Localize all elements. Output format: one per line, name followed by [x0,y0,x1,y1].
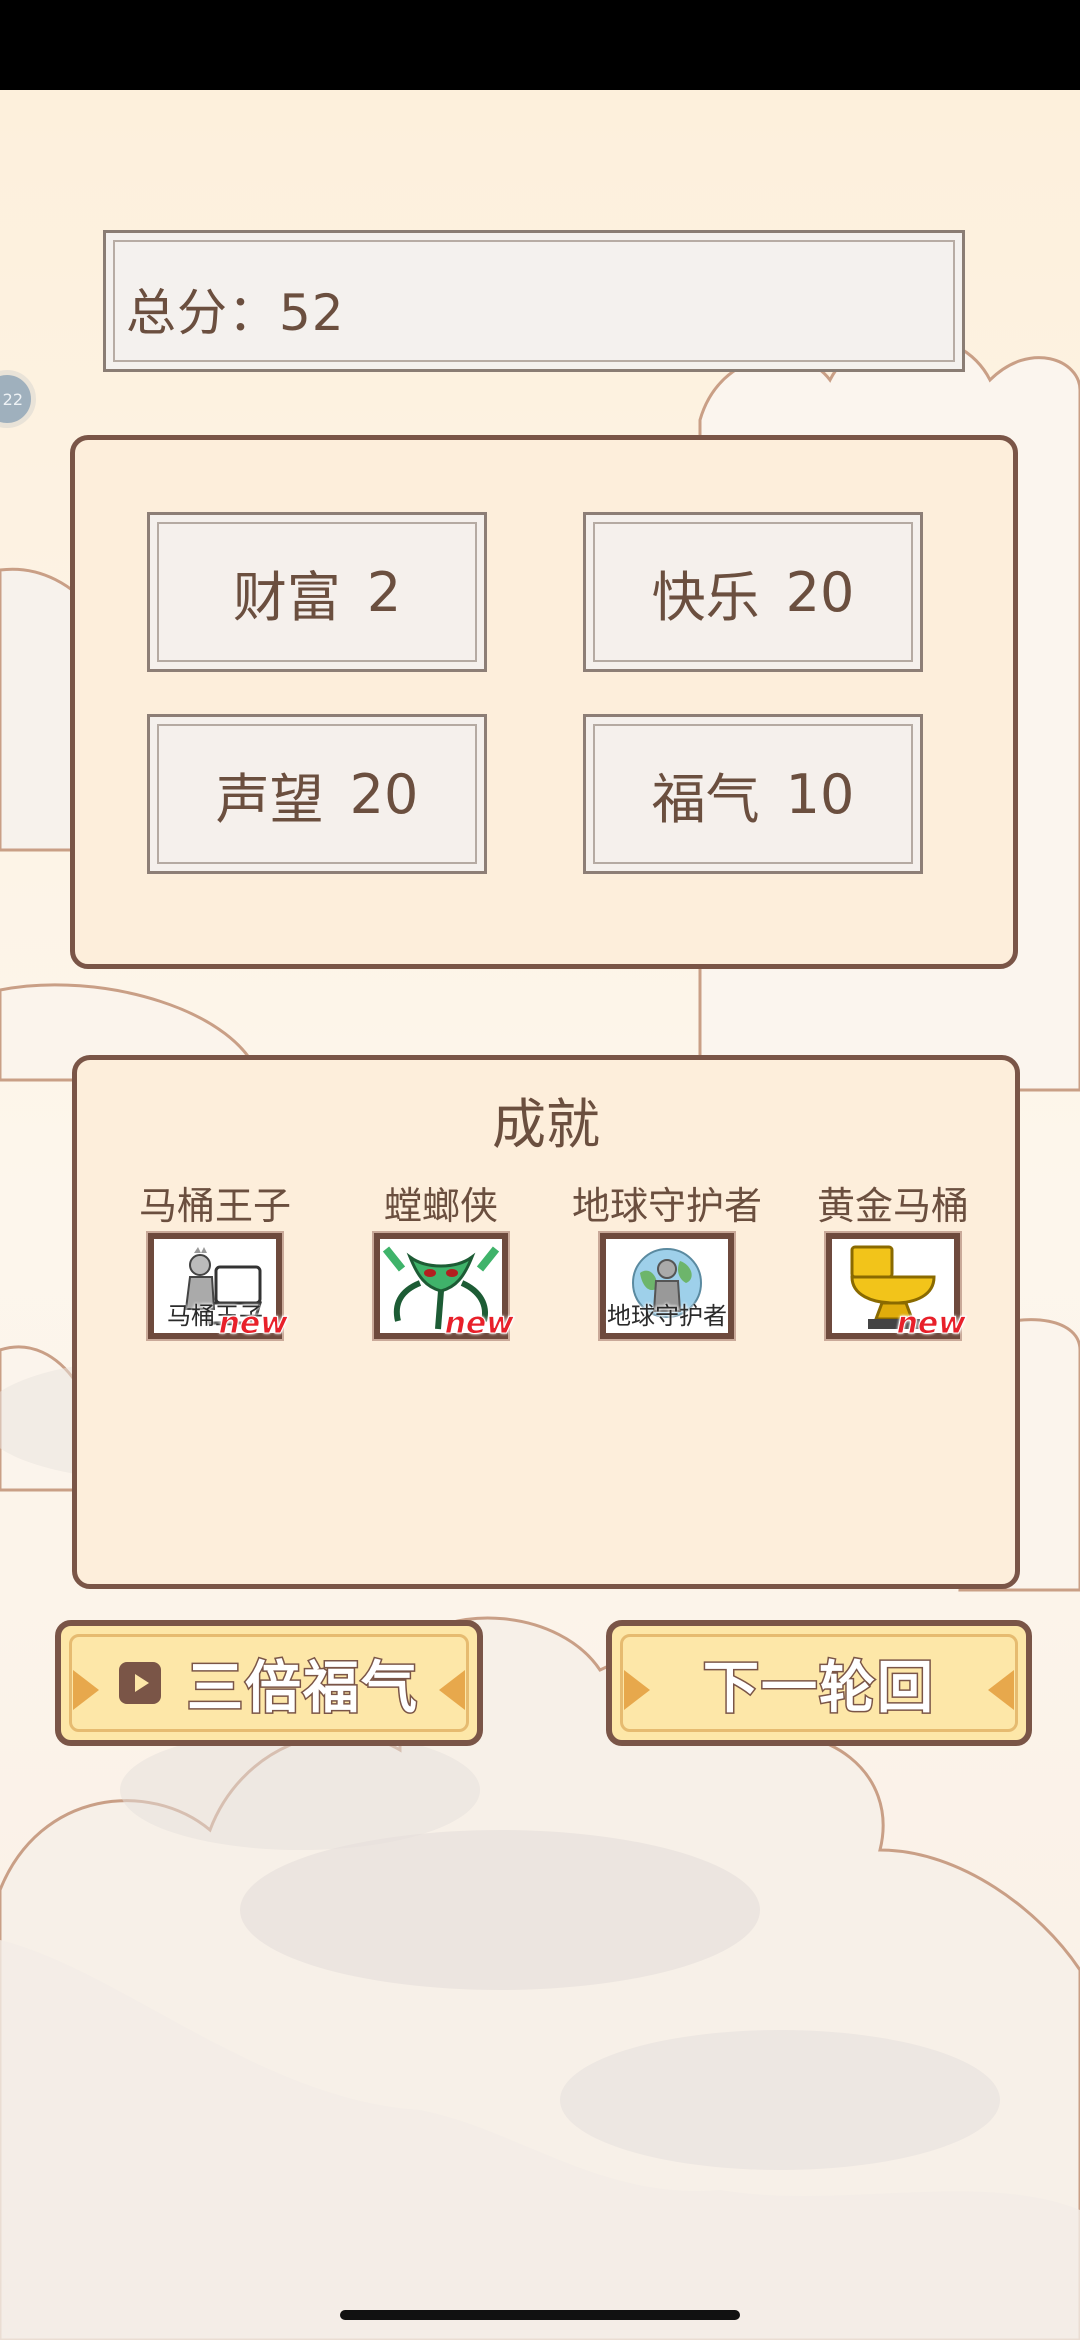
stat-wealth-label: 财富 [232,565,341,629]
mantis-icon: new [372,1231,515,1342]
stat-fortune: 福气 10 [583,714,923,874]
total-score-value: 52 [279,284,345,342]
stat-fortune-value: 10 [785,762,855,826]
next-round-button[interactable]: 下一轮回 [606,1620,1032,1746]
stat-fortune-label: 福气 [651,767,760,831]
total-score-panel: 总分：52 [103,230,965,372]
stat-wealth-value: 2 [366,560,402,624]
stat-happiness: 快乐 20 [583,512,923,672]
stat-prestige-label: 声望 [215,767,324,831]
toilet-prince-icon: 马桶王子 new [146,1231,289,1342]
home-indicator[interactable] [340,2310,740,2320]
achievement-item[interactable]: 螳螂侠 new [331,1175,551,1342]
total-score: 总分：52 [126,273,345,345]
achievements-title: 成就 [492,1093,600,1156]
triple-fortune-button[interactable]: 三倍福气 [55,1620,483,1746]
achievement-name: 地球守护者 [571,1184,762,1228]
golden-toilet-icon: new [824,1231,967,1342]
new-badge: new [896,1306,966,1342]
stat-prestige-value: 20 [349,762,419,826]
stat-happiness-label: 快乐 [651,565,760,629]
floating-bubble-text: 22 [2,389,23,409]
achievement-name: 黄金马桶 [816,1184,969,1228]
achievement-name: 螳螂侠 [383,1184,498,1228]
stat-prestige: 声望 20 [147,714,487,874]
stat-happiness-value: 20 [785,560,855,624]
achievements-panel: 成就 马桶王子 马桶王子 new 螳螂侠 new 地球守护者 地球守护者 黄金马… [72,1055,1020,1589]
achievement-item[interactable]: 马桶王子 马桶王子 new [105,1175,325,1342]
attributes-panel: 财富 2 快乐 20 声望 20 福气 10 [70,435,1018,969]
triple-fortune-label: 三倍福气 [186,1654,419,1722]
arrow-right-icon [988,1670,1014,1710]
arrow-left-icon [624,1670,650,1710]
arrow-right-icon [439,1670,465,1710]
video-icon [119,1662,161,1704]
new-badge: new [218,1306,288,1342]
thumb-caption: 地球守护者 [607,1302,727,1330]
arrow-left-icon [73,1670,99,1710]
stat-wealth: 财富 2 [147,512,487,672]
achievement-name: 马桶王子 [138,1184,291,1228]
new-badge: new [444,1306,514,1342]
status-bar [0,0,1080,90]
next-round-label: 下一轮回 [702,1654,935,1722]
earth-guardian-icon: 地球守护者 [598,1231,736,1341]
total-score-label: 总分： [126,284,279,342]
achievement-item[interactable]: 黄金马桶 new [783,1175,1003,1342]
achievement-item[interactable]: 地球守护者 地球守护者 [557,1175,777,1341]
